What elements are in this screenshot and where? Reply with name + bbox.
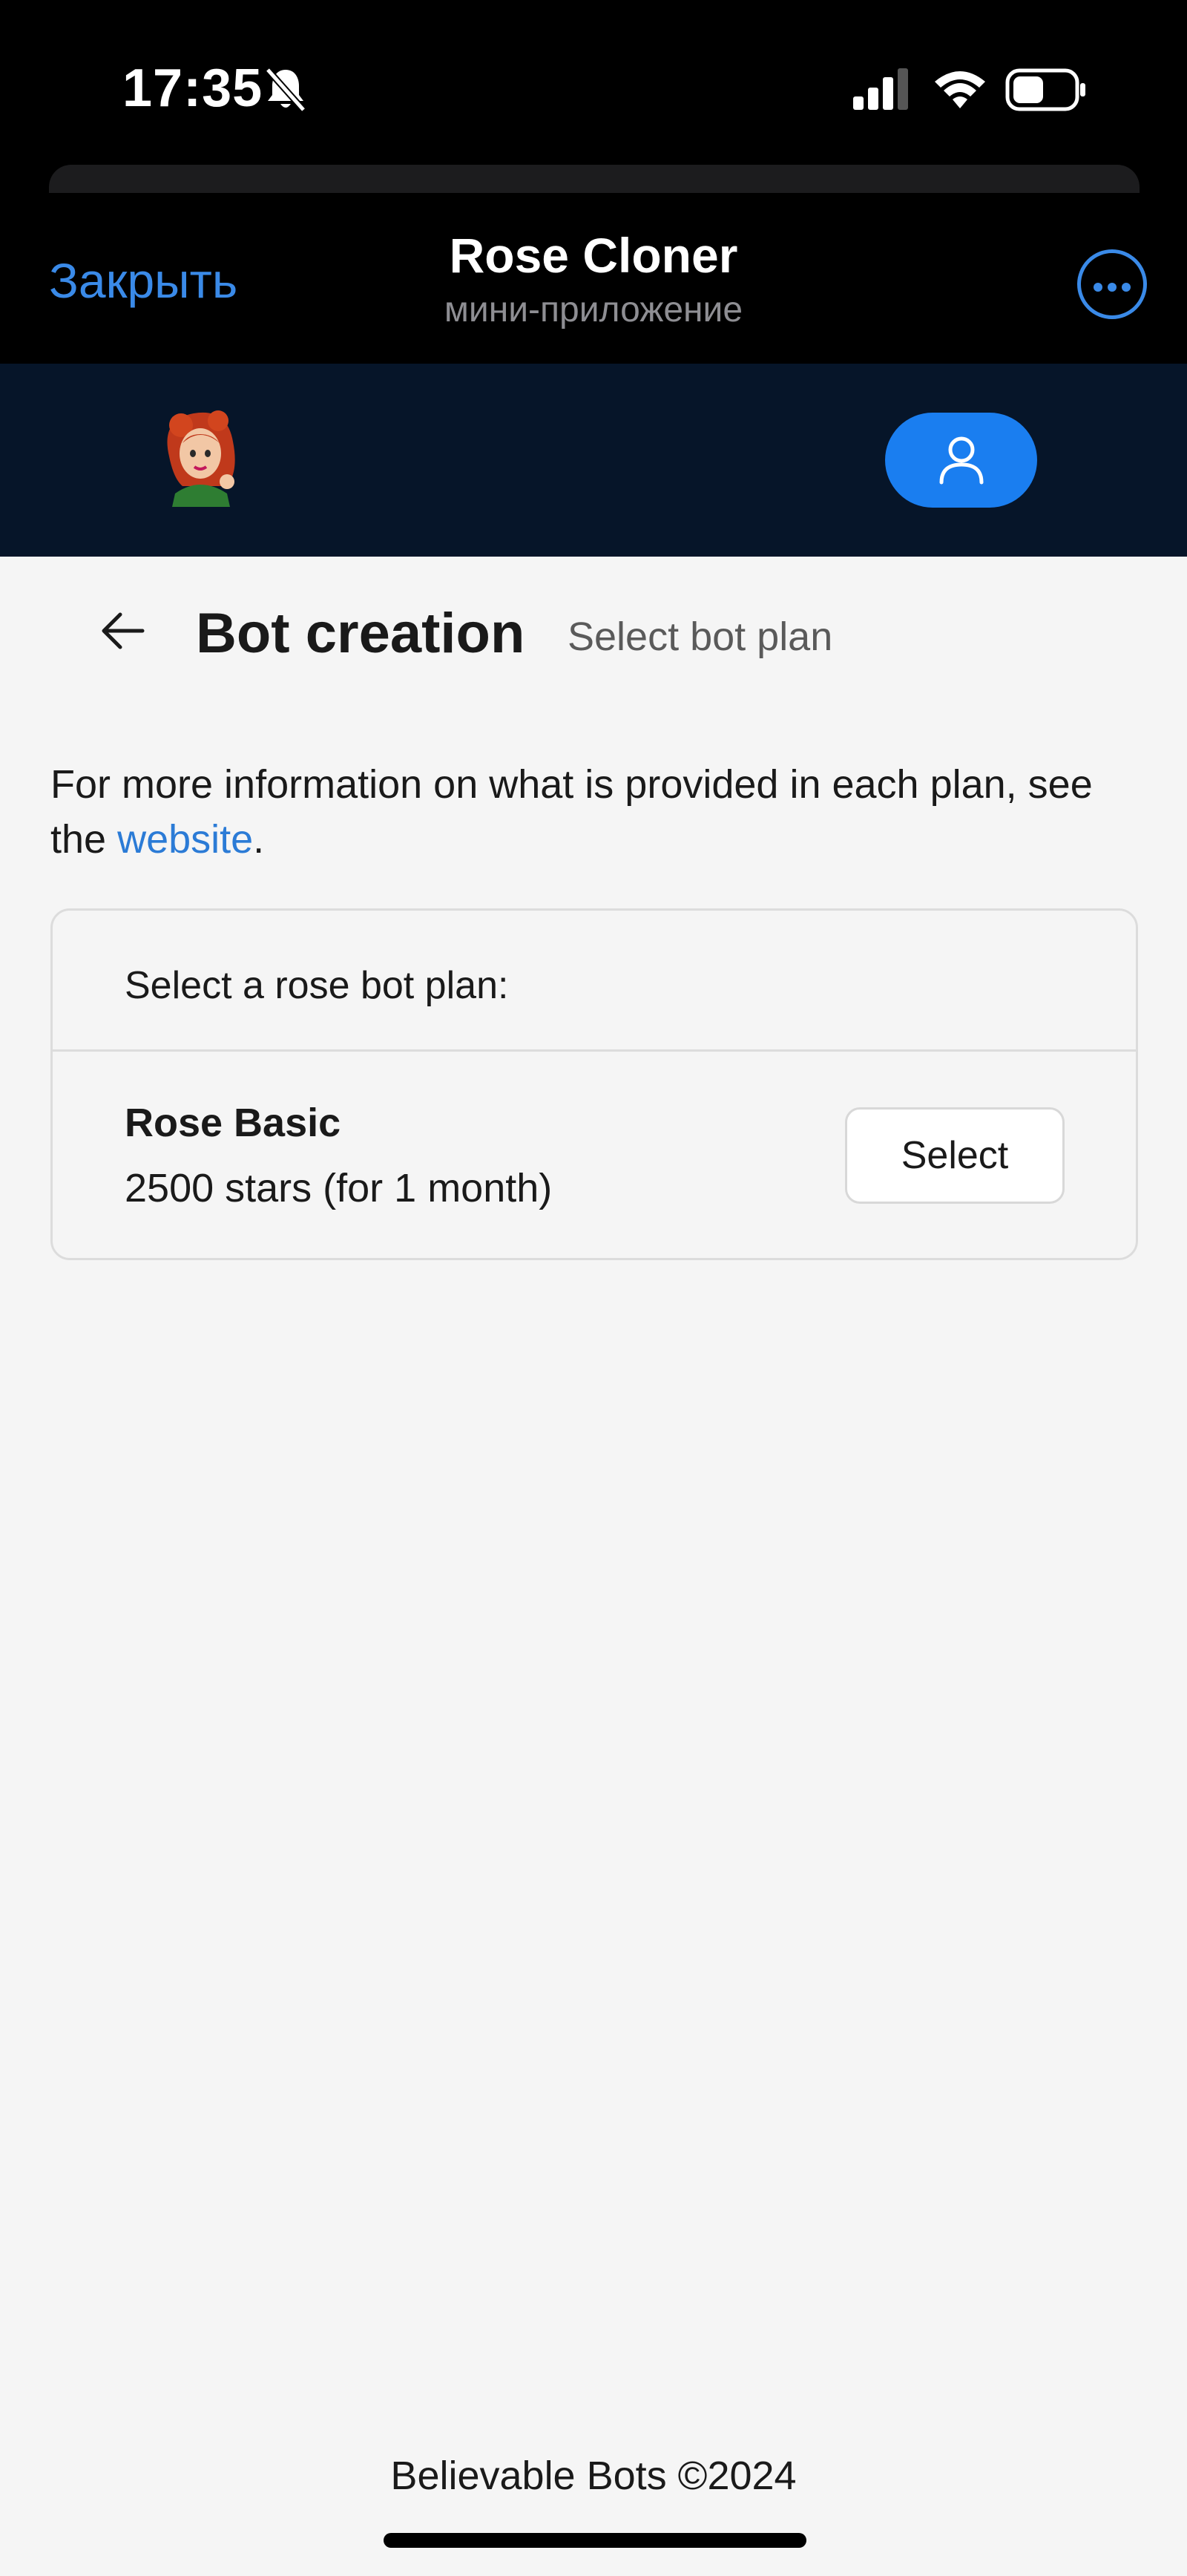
wifi-icon bbox=[935, 71, 985, 108]
mini-app-subtitle: мини-приложение bbox=[444, 290, 743, 330]
cellular-signal-icon bbox=[853, 68, 908, 110]
profile-button[interactable] bbox=[885, 413, 1037, 508]
user-icon bbox=[939, 436, 984, 485]
page-title: Bot creation bbox=[196, 602, 525, 665]
rose-avatar-logo[interactable] bbox=[153, 404, 249, 508]
bell-slash-icon bbox=[265, 68, 306, 112]
website-link[interactable]: website bbox=[117, 817, 253, 862]
more-horizontal-icon[interactable] bbox=[1077, 249, 1147, 319]
footer-copyright: Believable Bots ©2024 bbox=[390, 2454, 797, 2498]
divider bbox=[53, 1049, 1136, 1052]
battery-icon bbox=[1005, 68, 1085, 111]
home-indicator[interactable] bbox=[384, 2533, 806, 2548]
arrow-left-icon[interactable] bbox=[96, 609, 148, 653]
plan-name: Rose Basic bbox=[125, 1101, 341, 1145]
select-plan-button[interactable]: Select bbox=[845, 1107, 1065, 1204]
plan-price: 2500 stars (for 1 month) bbox=[125, 1166, 553, 1210]
status-time: 17:35 bbox=[122, 59, 263, 118]
plan-card-header: Select a rose bot plan: bbox=[125, 964, 509, 1007]
mini-app-title: Rose Cloner bbox=[449, 228, 738, 283]
plan-info-text: For more information on what is provided… bbox=[50, 757, 1148, 867]
info-text-tail: . bbox=[253, 817, 265, 862]
page-subtitle: Select bot plan bbox=[568, 614, 833, 659]
